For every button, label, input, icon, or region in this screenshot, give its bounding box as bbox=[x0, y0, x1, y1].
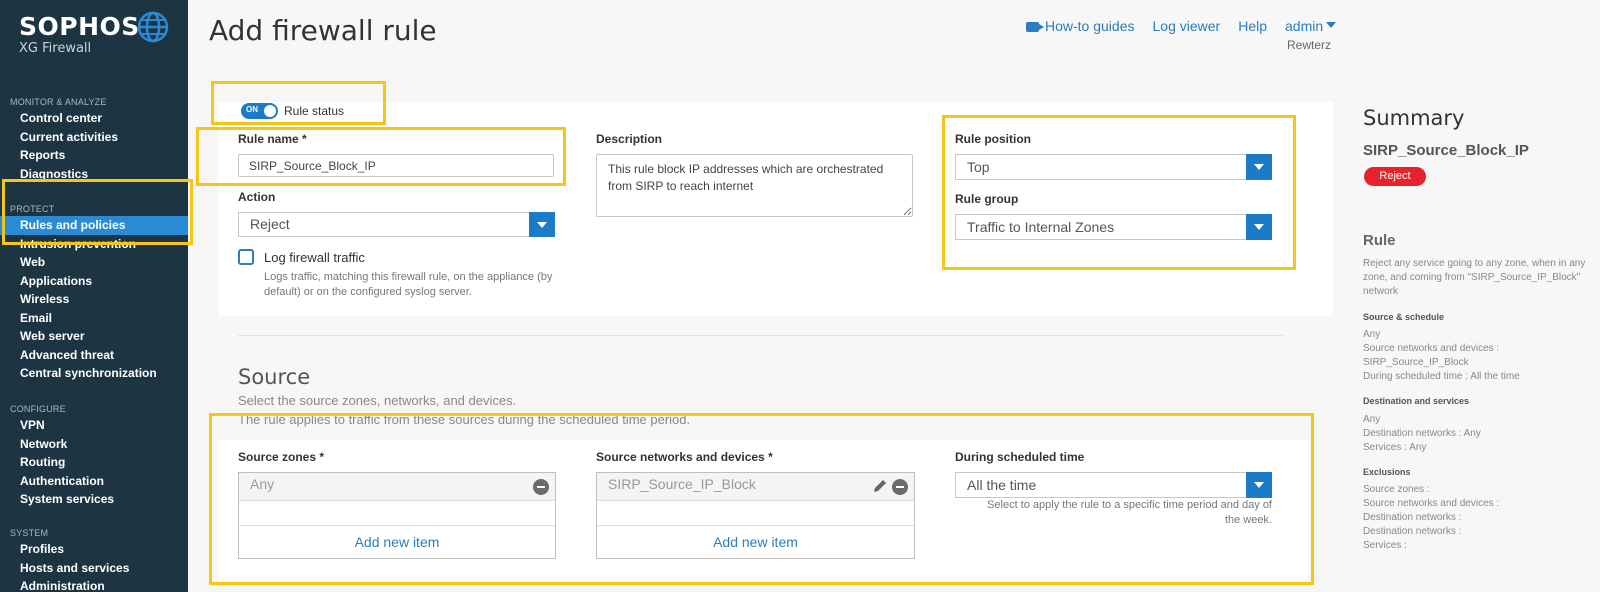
sidebar: SOPHOS XG Firewall MONITOR & ANALYZE Con… bbox=[0, 0, 188, 592]
summary-title: Summary bbox=[1363, 106, 1465, 130]
action-label: Action bbox=[238, 190, 276, 204]
top-links: How-to guides Log viewer Help admin bbox=[1026, 18, 1337, 34]
chevron-down-icon[interactable] bbox=[529, 212, 555, 237]
action-value: Reject bbox=[250, 216, 290, 232]
nav-item-routing[interactable]: Routing bbox=[0, 453, 188, 472]
summary-source-line: During scheduled time : All the time bbox=[1363, 371, 1520, 382]
source-title: Source bbox=[238, 365, 311, 389]
description-textarea[interactable]: This rule block IP addresses which are o… bbox=[596, 154, 913, 217]
summary-destination-line: Services : Any bbox=[1363, 442, 1427, 453]
nav-item-central-synchronization[interactable]: Central synchronization bbox=[0, 364, 188, 383]
highlight-box bbox=[942, 115, 1296, 270]
highlight-box bbox=[196, 127, 566, 186]
summary-exclusion-line: Destination networks : bbox=[1363, 526, 1462, 537]
nav-item-control-center[interactable]: Control center bbox=[0, 109, 188, 128]
summary-source-heading: Source & schedule bbox=[1363, 312, 1445, 322]
log-traffic-label[interactable]: Log firewall traffic bbox=[264, 250, 365, 265]
user-org: Rewterz bbox=[1287, 38, 1332, 52]
nav-item-authentication[interactable]: Authentication bbox=[0, 472, 188, 491]
summary-exclusion-line: Destination networks : bbox=[1363, 512, 1462, 523]
brand-name: SOPHOS bbox=[19, 12, 140, 41]
nav-heading: CONFIGURE bbox=[10, 404, 66, 414]
user-menu[interactable]: admin bbox=[1285, 18, 1337, 34]
nav-item-network[interactable]: Network bbox=[0, 435, 188, 454]
product-name: XG Firewall bbox=[19, 41, 92, 56]
nav-item-profiles[interactable]: Profiles bbox=[0, 540, 188, 559]
nav-heading: SYSTEM bbox=[10, 528, 49, 538]
howto-label: How-to guides bbox=[1045, 18, 1135, 34]
summary-rule-text: Reject any service going to any zone, wh… bbox=[1363, 258, 1586, 297]
highlight-box bbox=[2, 179, 193, 245]
summary-destination-line: Destination networks : Any bbox=[1363, 428, 1481, 439]
howto-link[interactable]: How-to guides bbox=[1026, 18, 1135, 34]
nav-section-monitor: MONITOR & ANALYZE Control center Current… bbox=[0, 95, 188, 183]
description-label: Description bbox=[596, 132, 663, 146]
nav-item-vpn[interactable]: VPN bbox=[0, 416, 188, 435]
help-link[interactable]: Help bbox=[1238, 18, 1267, 34]
summary-source-line: Any bbox=[1363, 329, 1381, 340]
summary-exclusions-heading: Exclusions bbox=[1363, 467, 1411, 477]
nav-item-reports[interactable]: Reports bbox=[0, 146, 188, 165]
summary-destination-line: Any bbox=[1363, 414, 1381, 425]
summary-exclusion-line: Services : bbox=[1363, 540, 1407, 551]
chevron-down-icon bbox=[1326, 22, 1337, 28]
nav-item-system-services[interactable]: System services bbox=[0, 490, 188, 509]
nav-heading: MONITOR & ANALYZE bbox=[10, 97, 107, 107]
highlight-box bbox=[209, 413, 1314, 585]
nav-item-applications[interactable]: Applications bbox=[0, 272, 188, 291]
nav-item-administration[interactable]: Administration bbox=[0, 577, 188, 592]
summary-exclusion-line: Source networks and devices : bbox=[1363, 498, 1500, 509]
log-viewer-link[interactable]: Log viewer bbox=[1153, 18, 1221, 34]
source-desc: Select the source zones, networks, and d… bbox=[238, 393, 517, 408]
page-title: Add firewall rule bbox=[209, 14, 437, 47]
action-badge: Reject bbox=[1364, 167, 1426, 186]
summary-exclusion-line: Source zones : bbox=[1363, 484, 1430, 495]
summary-source-line: Source networks and devices : bbox=[1363, 343, 1500, 354]
nav-item-advanced-threat[interactable]: Advanced threat bbox=[0, 346, 188, 365]
video-camera-icon bbox=[1026, 22, 1044, 32]
nav-item-current-activities[interactable]: Current activities bbox=[0, 128, 188, 147]
nav-section-system: SYSTEM Profiles Hosts and services Admin… bbox=[0, 526, 188, 592]
nav-item-wireless[interactable]: Wireless bbox=[0, 290, 188, 309]
nav-item-email[interactable]: Email bbox=[0, 309, 188, 328]
section-divider bbox=[238, 335, 1283, 336]
summary-rule-heading: Rule bbox=[1363, 232, 1396, 249]
nav-item-web[interactable]: Web bbox=[0, 253, 188, 272]
summary-rule-name: SIRP_Source_Block_IP bbox=[1363, 142, 1529, 159]
nav-item-web-server[interactable]: Web server bbox=[0, 327, 188, 346]
action-select[interactable]: Reject bbox=[238, 212, 555, 237]
summary-source-line: SIRP_Source_IP_Block bbox=[1363, 357, 1469, 368]
log-traffic-help: Logs traffic, matching this firewall rul… bbox=[264, 271, 553, 298]
sophos-logo[interactable]: SOPHOS XG Firewall bbox=[19, 12, 140, 56]
globe-icon bbox=[137, 11, 169, 43]
summary-destination-heading: Destination and services bbox=[1363, 396, 1470, 406]
nav-section-configure: CONFIGURE VPN Network Routing Authentica… bbox=[0, 402, 188, 509]
nav-item-hosts-and-services[interactable]: Hosts and services bbox=[0, 559, 188, 578]
highlight-box bbox=[211, 81, 386, 125]
log-traffic-checkbox[interactable] bbox=[238, 249, 254, 265]
user-name: admin bbox=[1285, 18, 1324, 34]
